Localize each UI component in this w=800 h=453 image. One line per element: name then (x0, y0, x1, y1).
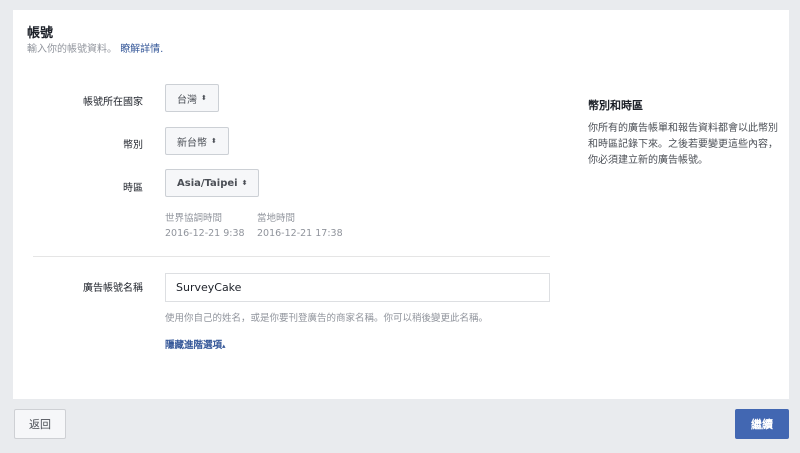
sort-arrows-icon: ⬍ (201, 94, 207, 102)
utc-time-label: 世界協調時間 (165, 213, 223, 224)
country-label: 帳號所在國家 (83, 97, 143, 108)
section-divider (33, 256, 550, 257)
sidebar-body: 你所有的廣告帳單和報告資料都會以此幣別和時區記錄下來。之後若要變更這些內容，你必… (588, 123, 778, 166)
utc-time-value: 2016-12-21 9:38 (165, 228, 245, 239)
advanced-link-label: 隱藏進階選項 (165, 340, 223, 351)
local-time-label: 當地時間 (257, 213, 296, 224)
utc-time: 世界協調時間 2016-12-21 9:38 (165, 211, 245, 241)
currency-select[interactable]: 新台幣 ⬍ (165, 127, 229, 155)
country-value: 台灣 (177, 94, 197, 106)
caret-up-icon: ▴ (222, 342, 226, 350)
page-title: 帳號 (27, 26, 54, 41)
learn-more-link[interactable]: 瞭解詳情. (120, 44, 163, 55)
toggle-advanced-options-link[interactable]: 隱藏進階選項▴ (165, 337, 226, 351)
subtitle-text: 輸入你的帳號資料。 (27, 44, 117, 55)
account-card: 帳號 輸入你的帳號資料。 瞭解詳情. 帳號所在國家 台灣 ⬍ 幣別 新台幣 ⬍ … (13, 10, 789, 399)
timezone-label: 時區 (123, 183, 143, 194)
next-button[interactable]: 繼續 (735, 409, 789, 439)
timezone-value: Asia/Taipei (177, 177, 238, 189)
local-time-value: 2016-12-21 17:38 (257, 228, 343, 239)
page-subtitle: 輸入你的帳號資料。 瞭解詳情. (27, 40, 163, 55)
account-name-hint: 使用你自己的姓名，或是你要刊登廣告的商家名稱。你可以稍後變更此名稱。 (165, 313, 489, 324)
sort-arrows-icon: ⬍ (241, 179, 248, 187)
sidebar-title: 幣別和時區 (588, 99, 643, 112)
account-name-input[interactable] (165, 273, 550, 302)
currency-value: 新台幣 (177, 137, 207, 149)
timezone-select[interactable]: Asia/Taipei ⬍ (165, 169, 260, 197)
country-select[interactable]: 台灣 ⬍ (165, 84, 219, 112)
sort-arrows-icon: ⬍ (211, 137, 217, 145)
back-button[interactable]: 返回 (14, 409, 66, 439)
account-name-label: 廣告帳號名稱 (83, 283, 143, 294)
local-time: 當地時間 2016-12-21 17:38 (257, 211, 343, 241)
currency-label: 幣別 (123, 140, 143, 151)
